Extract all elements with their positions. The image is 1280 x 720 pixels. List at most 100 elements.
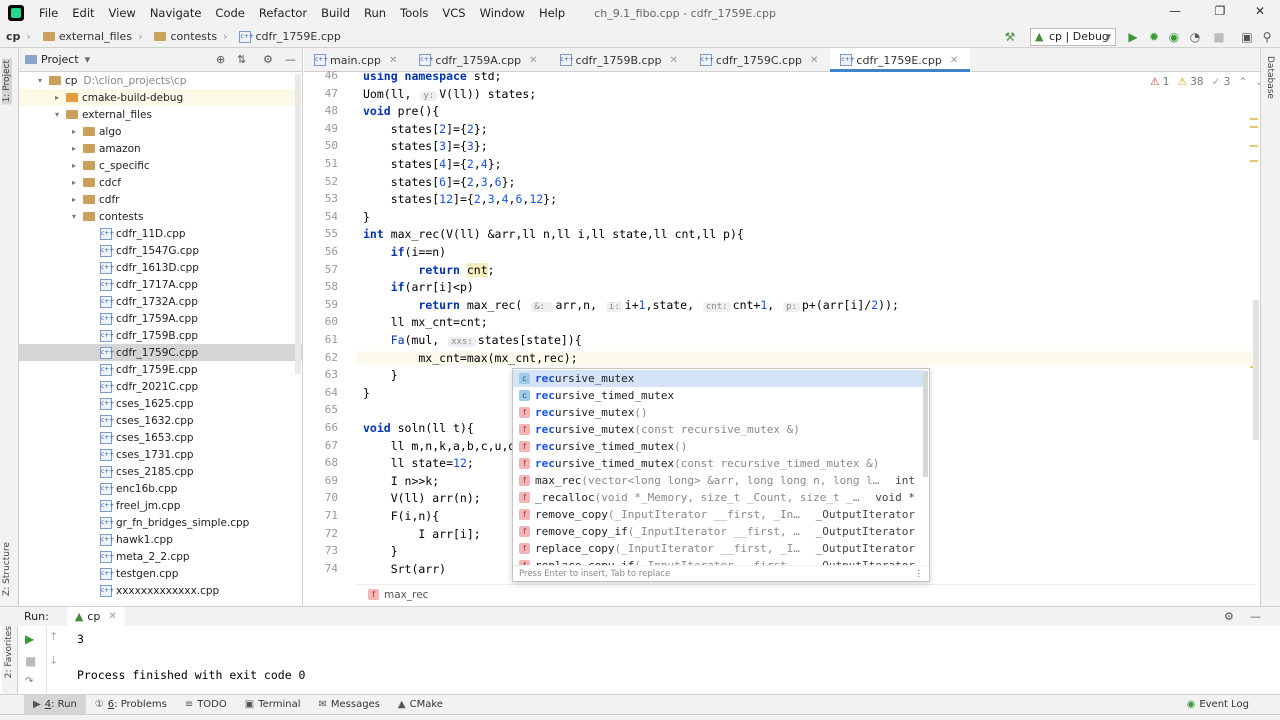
inspection-widget[interactable]: ⚠ 1 ⚠ 38 ✓ 3 ⌃ ⌄ — [1150, 76, 1264, 88]
menu-vcs[interactable]: VCS — [435, 6, 472, 20]
down-arrow-icon[interactable]: ↓ — [49, 654, 58, 667]
tree-folder-item[interactable]: ▸ cdfr — [19, 191, 302, 208]
tree-folder-item[interactable]: ▸ algo — [19, 123, 302, 140]
menu-run[interactable]: Run — [357, 6, 393, 20]
tree-file-item[interactable]: c++ enc16b.cpp — [19, 480, 302, 497]
up-arrow-icon[interactable]: ↑ — [49, 630, 58, 643]
close-window-icon[interactable]: ✕ — [1245, 4, 1275, 22]
editor-tab[interactable]: c++ cdfr_1759C.cpp ✕ — [690, 48, 831, 72]
editor-scrollbar[interactable] — [1253, 300, 1259, 440]
tool-tab[interactable]: ①6: Problems — [86, 695, 176, 715]
tree-file-item[interactable]: c++ meta_2_2.cpp — [19, 548, 302, 565]
gear-icon[interactable]: ⚙ — [263, 53, 273, 66]
code-line[interactable]: Srt(arr) — [363, 562, 446, 576]
menu-file[interactable]: File — [32, 6, 65, 20]
code-line[interactable]: int max_rec(V(ll) &arr,ll n,ll i,ll stat… — [363, 227, 744, 241]
code-line[interactable]: ll m,n,k,a,b,c,u,d, — [363, 439, 523, 453]
tree-file-item[interactable]: c++ testgen.cpp — [19, 565, 302, 582]
close-tab-icon[interactable]: ✕ — [950, 55, 958, 66]
project-view-select[interactable]: Project — [41, 53, 79, 66]
collapse-all-icon[interactable]: ⇅ — [237, 53, 246, 66]
tree-file-item[interactable]: c++ cdfr_1759A.cpp — [19, 310, 302, 327]
code-line[interactable]: Fa(mul, xxs: states[state]){ — [363, 333, 582, 347]
code-line[interactable]: ll state=12; — [363, 456, 474, 470]
chevron-right-icon[interactable]: ▸ — [52, 93, 62, 102]
close-tab-icon[interactable]: ✕ — [529, 55, 537, 66]
structure-tool-tab[interactable]: Z: Structure — [2, 542, 12, 596]
tree-file-item[interactable]: c++ cses_1625.cpp — [19, 395, 302, 412]
chevron-down-icon[interactable]: ▾ — [35, 76, 45, 85]
code-line[interactable]: ll mx_cnt=cnt; — [363, 315, 488, 329]
tree-folder-item[interactable]: ▸ amazon — [19, 140, 302, 157]
hide-panel-icon[interactable]: — — [285, 53, 296, 66]
menu-refactor[interactable]: Refactor — [252, 6, 314, 20]
completion-item[interactable]: f rec ursive_mutex() — [513, 404, 923, 421]
tree-file-item[interactable]: c++ freel_jm.cpp — [19, 497, 302, 514]
completion-item[interactable]: f replace_copy (_InputIterator __first, _I… — [513, 540, 923, 557]
locate-icon[interactable]: ⊕ — [216, 53, 225, 66]
code-line[interactable]: states[3]={3}; — [363, 139, 488, 153]
debug-icon[interactable]: ✹ — [1147, 30, 1161, 44]
tree-file-item[interactable]: c++ cdfr_1613D.cpp — [19, 259, 302, 276]
chevron-down-icon[interactable]: ▾ — [85, 53, 91, 66]
tree-file-item[interactable]: c++ cdfr_1759E.cpp — [19, 361, 302, 378]
search-icon[interactable]: ⚲ — [1260, 30, 1274, 44]
completion-item[interactable]: c rec ursive_mutex — [513, 370, 923, 387]
menu-build[interactable]: Build — [314, 6, 357, 20]
code-line[interactable]: I n>>k; — [363, 474, 439, 488]
code-line[interactable]: states[4]={2,4}; — [363, 157, 502, 171]
rerun-icon[interactable]: ▶ — [25, 632, 34, 646]
code-completion-popup[interactable]: c rec ursive_mutex c rec ursive_timed_mutex f r… — [512, 368, 930, 582]
tool-tab[interactable]: ▲ CMake — [389, 695, 452, 715]
restore-icon[interactable]: ❐ — [1205, 4, 1235, 22]
tree-folder-item[interactable]: ▸ cmake-build-debug — [19, 89, 302, 106]
tree-folder-item[interactable]: ▸ c_specific — [19, 157, 302, 174]
completion-item[interactable]: f _recalloc (void *_Memory, size_t _Count,… — [513, 489, 923, 506]
tree-scrollbar[interactable] — [295, 74, 301, 374]
chevron-right-icon[interactable]: ▸ — [69, 144, 79, 153]
tree-file-item[interactable]: c++ cdfr_1732A.cpp — [19, 293, 302, 310]
code-line[interactable]: states[2]={2}; — [363, 122, 488, 136]
menu-edit[interactable]: Edit — [65, 6, 101, 20]
tree-folder-item[interactable]: ▸ cdcf — [19, 174, 302, 191]
code-line[interactable]: states[6]={2,3,6}; — [363, 175, 516, 189]
gear-icon[interactable]: ⚙ — [1224, 610, 1234, 623]
code-line[interactable]: mx_cnt=max(mx_cnt,rec); — [356, 351, 1256, 365]
completion-item[interactable]: f rec ursive_timed_mutex (const recursive_t… — [513, 455, 923, 472]
tree-file-item[interactable]: c++ cses_1731.cpp — [19, 446, 302, 463]
code-line[interactable]: V(ll) arr(n); — [363, 491, 481, 505]
tree-file-item[interactable]: c++ cdfr_1759B.cpp — [19, 327, 302, 344]
stop-icon[interactable]: ■ — [1212, 30, 1226, 44]
scroll-to-end-icon[interactable]: ↷ — [25, 676, 33, 687]
run-config-tab[interactable]: ▲ cp ✕ — [66, 606, 125, 627]
completion-item[interactable]: c rec ursive_timed_mutex — [513, 387, 923, 404]
code-line[interactable]: I arr[i]; — [363, 527, 480, 541]
tree-file-item[interactable]: c++ cdfr_2021C.cpp — [19, 378, 302, 395]
code-line[interactable]: Uom(ll, y: V(ll)) states; — [363, 87, 536, 101]
completion-item[interactable]: f rec ursive_mutex (const recursive_mutex &… — [513, 421, 923, 438]
tree-file-item[interactable]: c++ cdfr_1717A.cpp — [19, 276, 302, 293]
database-tool-tab[interactable]: Database — [1265, 56, 1275, 99]
more-options-icon[interactable]: ⋮ — [915, 566, 924, 581]
code-line[interactable]: states[12]={2,3,4,6,12}; — [363, 192, 557, 206]
menu-window[interactable]: Window — [473, 6, 532, 20]
tree-file-item[interactable]: c++ cdfr_11D.cpp — [19, 225, 302, 242]
tree-folder-item[interactable]: ▾ external_files — [19, 106, 302, 123]
tree-file-item[interactable]: c++ hawk1.cpp — [19, 531, 302, 548]
hide-panel-icon[interactable]: — — [1250, 610, 1261, 623]
favorites-tool-tab[interactable]: 2: Favorites — [4, 626, 14, 678]
completion-item[interactable]: f remove_copy (_InputIterator __first, _In… — [513, 506, 923, 523]
tree-folder-item[interactable]: ▾ cp D:\clion_projects\cp — [19, 72, 302, 89]
breadcrumb-contests[interactable]: contests › — [148, 30, 233, 43]
coverage-icon[interactable]: ◉ — [1167, 30, 1181, 44]
chevron-down-icon[interactable]: ▾ — [69, 212, 79, 221]
breadcrumb-external-files[interactable]: external_files › — [37, 30, 149, 43]
close-tab-icon[interactable]: ✕ — [670, 55, 678, 66]
code-line[interactable]: return max_rec( &: arr,n, i: i+1,state, c… — [363, 298, 899, 312]
chevron-right-icon[interactable]: ▸ — [69, 127, 79, 136]
completion-item[interactable]: f max_rec (vector<long long> &arr, long lo… — [513, 472, 923, 489]
run-output[interactable]: 3 Process finished with exit code 0 — [0, 626, 1280, 694]
build-hammer-icon[interactable]: ⚒ — [1003, 30, 1017, 44]
editor-tab[interactable]: c++ cdfr_1759A.cpp ✕ — [409, 48, 549, 72]
code-line[interactable]: } — [363, 544, 398, 558]
